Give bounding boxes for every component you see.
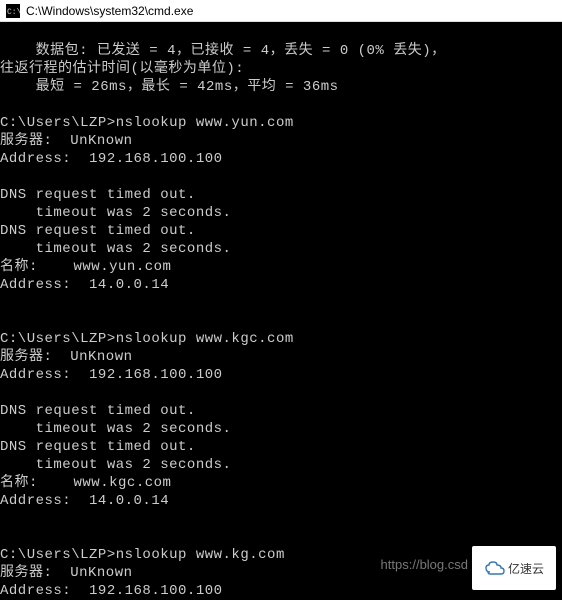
address-line: Address: 192.168.100.100 xyxy=(0,583,223,599)
server-line: 服务器: UnKnown xyxy=(0,349,133,365)
timeout-line: DNS request timed out. xyxy=(0,187,196,203)
ping-packets-line: 数据包: 已发送 = 4，已接收 = 4，丢失 = 0 (0% 丢失)， xyxy=(0,43,446,59)
timeout-line: DNS request timed out. xyxy=(0,439,196,455)
address-line: Address: 192.168.100.100 xyxy=(0,151,223,167)
server-line: 服务器: UnKnown xyxy=(0,133,133,149)
timeout-line: timeout was 2 seconds. xyxy=(0,241,231,257)
svg-text:C:\: C:\ xyxy=(7,8,20,17)
terminal-output: 数据包: 已发送 = 4，已接收 = 4，丢失 = 0 (0% 丢失)， 往返行… xyxy=(0,22,562,600)
prompt-line: C:\Users\LZP>nslookup www.yun.com xyxy=(0,115,294,131)
timeout-line: timeout was 2 seconds. xyxy=(0,457,231,473)
prompt-line: C:\Users\LZP>nslookup www.kgc.com xyxy=(0,331,294,347)
timeout-line: DNS request timed out. xyxy=(0,223,196,239)
ping-rtt-line: 最短 = 26ms，最长 = 42ms，平均 = 36ms xyxy=(0,79,339,95)
addr-line: Address: 14.0.0.14 xyxy=(0,493,169,509)
name-line: 名称: www.yun.com xyxy=(0,259,171,275)
cmd-icon: C:\ xyxy=(6,4,20,18)
address-line: Address: 192.168.100.100 xyxy=(0,367,223,383)
window-title: C:\Windows\system32\cmd.exe xyxy=(26,4,193,18)
server-line: 服务器: UnKnown xyxy=(0,565,133,581)
window-titlebar[interactable]: C:\ C:\Windows\system32\cmd.exe xyxy=(0,0,562,22)
timeout-line: DNS request timed out. xyxy=(0,403,196,419)
ping-rtt-header: 往返行程的估计时间(以毫秒为单位): xyxy=(0,61,244,77)
prompt-line: C:\Users\LZP>nslookup www.kg.com xyxy=(0,547,285,563)
timeout-line: timeout was 2 seconds. xyxy=(0,421,231,437)
addr-line: Address: 14.0.0.14 xyxy=(0,277,169,293)
name-line: 名称: www.kgc.com xyxy=(0,475,171,491)
timeout-line: timeout was 2 seconds. xyxy=(0,205,231,221)
